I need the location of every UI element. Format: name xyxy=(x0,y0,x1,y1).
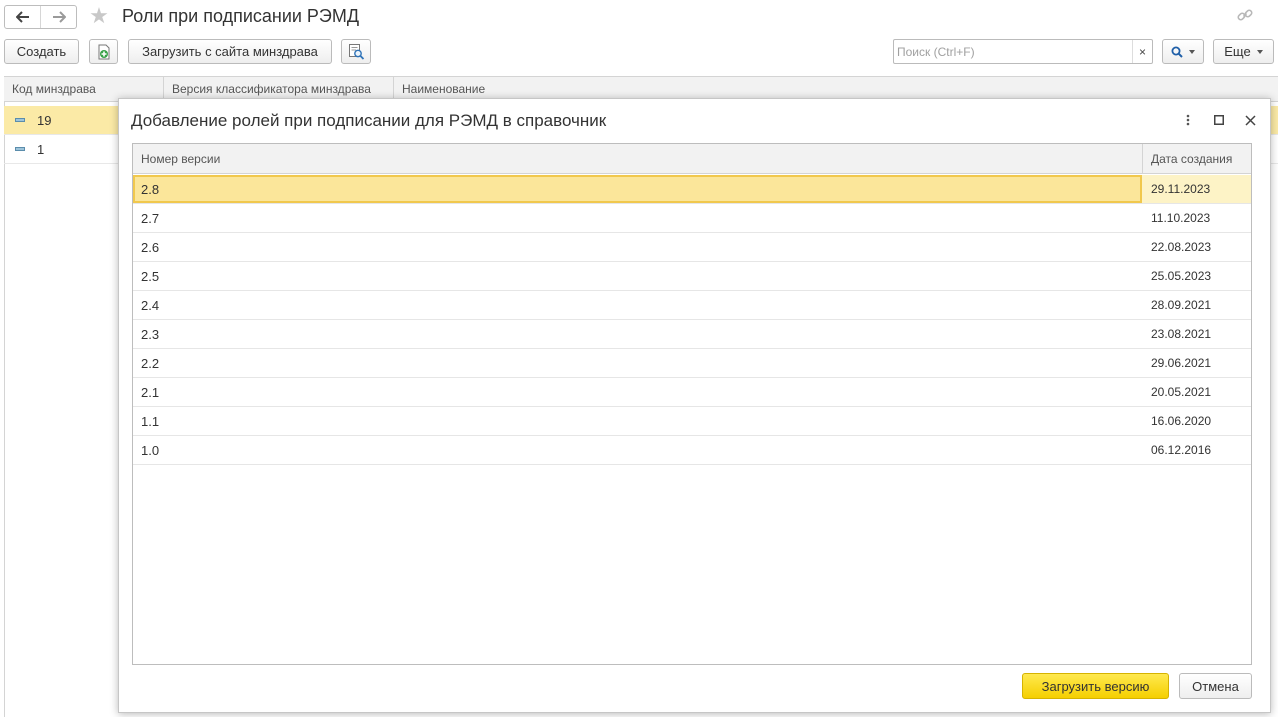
table-row[interactable]: 2.5 25.05.2023 xyxy=(133,262,1251,291)
chevron-down-icon xyxy=(1256,49,1263,54)
close-icon xyxy=(1244,114,1256,126)
row-marker-icon xyxy=(15,118,25,122)
table-row[interactable]: 1.0 06.12.2016 xyxy=(133,436,1251,465)
column-header-date[interactable]: Дата создания xyxy=(1143,144,1232,174)
search-button[interactable] xyxy=(1162,39,1204,64)
app-window: ★ Роли при подписании РЭМД Создать Загру… xyxy=(0,0,1278,717)
table-row[interactable]: 2.4 28.09.2021 xyxy=(133,291,1251,320)
table-row[interactable]: 2.2 29.06.2021 xyxy=(133,349,1251,378)
version-cell: 2.4 xyxy=(141,297,160,313)
page-title: Роли при подписании РЭМД xyxy=(122,6,360,26)
search-input[interactable] xyxy=(894,40,1132,63)
table-row[interactable]: 2.7 11.10.2023 xyxy=(133,204,1251,233)
chevron-down-icon xyxy=(1189,49,1195,54)
load-from-ministry-button[interactable]: Загрузить с сайта минздрава xyxy=(128,39,332,64)
table-row[interactable]: 2.1 20.05.2021 xyxy=(133,378,1251,407)
column-header-version[interactable]: Номер версии xyxy=(133,144,220,174)
more-button[interactable]: Еще xyxy=(1213,39,1274,64)
version-cell: 2.7 xyxy=(141,210,160,226)
search-box: × xyxy=(893,39,1153,64)
forward-button[interactable] xyxy=(40,6,76,28)
create-button[interactable]: Создать xyxy=(4,39,79,64)
table-row[interactable]: 2.6 22.08.2023 xyxy=(133,233,1251,262)
date-cell: 22.08.2023 xyxy=(1151,240,1212,254)
dialog-maximize-button[interactable] xyxy=(1207,109,1231,131)
list-border xyxy=(4,76,5,717)
table-row[interactable]: 1.1 16.06.2020 xyxy=(133,407,1251,436)
dialog-close-button[interactable] xyxy=(1238,109,1262,131)
date-cell: 23.08.2021 xyxy=(1151,327,1212,341)
version-cell: 2.2 xyxy=(141,355,160,371)
date-cell: 28.09.2021 xyxy=(1151,298,1212,312)
version-cell: 2.1 xyxy=(141,384,160,400)
back-button[interactable] xyxy=(5,6,40,28)
find-in-list-button[interactable] xyxy=(341,39,371,64)
date-cell: 20.05.2021 xyxy=(1151,385,1212,399)
version-cell: 1.1 xyxy=(141,413,160,429)
version-cell: 1.0 xyxy=(141,442,160,458)
load-version-button[interactable]: Загрузить версию xyxy=(1022,673,1169,699)
link-icon[interactable] xyxy=(1236,6,1254,24)
add-copy-button[interactable] xyxy=(89,39,118,64)
row-code: 19 xyxy=(37,112,52,128)
version-cell: 2.3 xyxy=(141,326,160,342)
cancel-button[interactable]: Отмена xyxy=(1179,673,1252,699)
star-icon[interactable]: ★ xyxy=(87,5,111,29)
arrow-right-icon xyxy=(52,11,66,23)
date-cell: 25.05.2023 xyxy=(1151,269,1212,283)
date-cell: 06.12.2016 xyxy=(1151,443,1212,457)
version-cell: 2.5 xyxy=(141,268,160,284)
dialog-title: Добавление ролей при подписании для РЭМД… xyxy=(131,111,607,130)
add-copy-icon xyxy=(98,44,109,59)
maximize-icon xyxy=(1214,115,1224,125)
row-marker-icon xyxy=(15,147,25,151)
table-row[interactable]: 2.8 29.11.2023 xyxy=(133,175,1251,204)
row-code: 1 xyxy=(37,141,45,157)
date-cell: 29.06.2021 xyxy=(1151,356,1212,370)
navigation-buttons xyxy=(4,5,77,29)
versions-table-header: Номер версии Дата создания xyxy=(133,144,1251,174)
clear-search-button[interactable]: × xyxy=(1132,40,1152,63)
version-cell: 2.6 xyxy=(141,239,160,255)
search-icon xyxy=(1171,46,1183,58)
arrow-left-icon xyxy=(15,11,29,23)
more-button-label: Еще xyxy=(1224,44,1251,59)
versions-table: Номер версии Дата создания 2.8 29.11.2023… xyxy=(132,143,1252,665)
more-vertical-icon xyxy=(1186,114,1190,126)
dialog-menu-button[interactable] xyxy=(1176,109,1200,131)
date-cell: 11.10.2023 xyxy=(1151,211,1211,225)
version-cell: 2.8 xyxy=(133,175,1142,203)
table-row[interactable]: 2.3 23.08.2021 xyxy=(133,320,1251,349)
date-cell: 29.11.2023 xyxy=(1151,182,1211,196)
date-cell: 16.06.2020 xyxy=(1151,414,1212,428)
add-roles-dialog: Добавление ролей при подписании для РЭМД… xyxy=(118,98,1271,713)
find-in-list-icon xyxy=(348,44,364,60)
